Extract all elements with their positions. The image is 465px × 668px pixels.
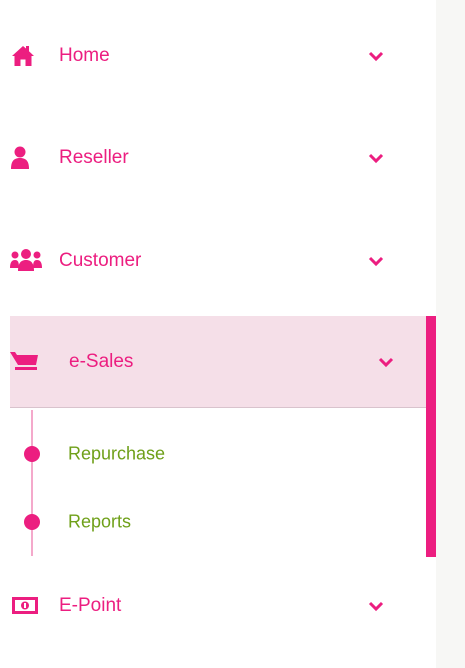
sidebar-item-label: e-Sales: [69, 350, 134, 372]
esales-submenu: Repurchase Reports: [0, 408, 426, 558]
users-icon: [10, 249, 42, 271]
chevron-down-icon[interactable]: [367, 254, 385, 268]
active-indicator-bar: [426, 316, 436, 557]
user-icon: [11, 146, 29, 169]
page: Home Reseller Customer e-Sales Repurchas…: [0, 0, 465, 668]
sidebar-item-label: Reseller: [59, 147, 129, 168]
main-content-area: [436, 0, 465, 668]
money-icon: [12, 597, 38, 614]
bullet-dot-icon: [24, 514, 40, 530]
sidebar-item-home[interactable]: Home: [0, 10, 424, 102]
home-icon: [12, 46, 34, 66]
cart-icon: [10, 351, 38, 370]
chevron-down-icon[interactable]: [367, 49, 385, 63]
sidebar-item-esales[interactable]: e-Sales: [10, 316, 426, 408]
sidebar-item-label: Customer: [59, 250, 142, 271]
submenu-item-label: Repurchase: [68, 443, 166, 464]
chevron-down-icon[interactable]: [377, 355, 395, 369]
sidebar-menu: Home Reseller Customer e-Sales Repurchas…: [0, 0, 436, 668]
submenu-item-repurchase[interactable]: Repurchase: [0, 434, 400, 474]
chevron-down-icon[interactable]: [367, 151, 385, 165]
sidebar-item-label: Home: [59, 45, 110, 66]
sidebar-item-epoint[interactable]: E-Point: [0, 560, 424, 652]
submenu-item-label: Reports: [68, 511, 132, 532]
bullet-dot-icon: [24, 446, 40, 462]
sidebar-item-label: E-Point: [59, 595, 122, 616]
submenu-item-reports[interactable]: Reports: [0, 502, 400, 542]
chevron-down-icon[interactable]: [367, 599, 385, 613]
sidebar-item-reseller[interactable]: Reseller: [0, 112, 424, 204]
sidebar-item-customer[interactable]: Customer: [0, 215, 424, 307]
